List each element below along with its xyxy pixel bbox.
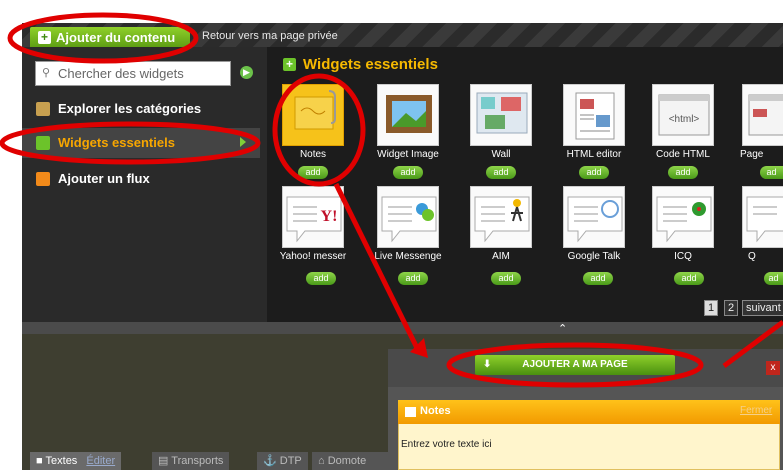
annotation-arrow bbox=[333, 182, 421, 352]
screenshot: + Ajouter du contenu Retour vers ma page… bbox=[0, 0, 783, 470]
annotation-overlay bbox=[0, 12, 783, 388]
annotation-line bbox=[722, 319, 783, 369]
annotation-ellipse bbox=[7, 12, 199, 64]
annotation-ellipse bbox=[272, 73, 366, 187]
annotation-ellipse bbox=[0, 121, 261, 165]
annotation-ellipse bbox=[446, 342, 704, 388]
